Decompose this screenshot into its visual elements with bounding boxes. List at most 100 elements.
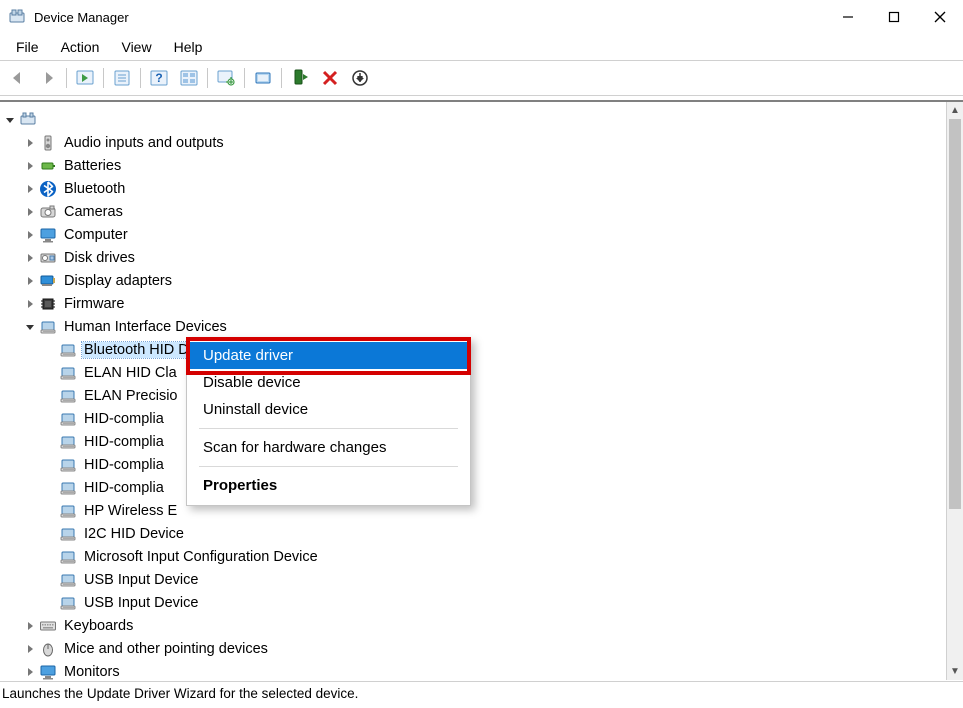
tree-device[interactable]: HID-complia <box>2 430 946 453</box>
chevron-right-icon[interactable] <box>22 618 38 634</box>
chip-icon <box>38 294 58 314</box>
show-hidden-devices-button[interactable] <box>71 64 99 92</box>
tree-category-label: Cameras <box>62 204 125 220</box>
tree-category-label: Bluetooth <box>62 181 127 197</box>
tree-device[interactable]: Microsoft Input Configuration Device <box>2 545 946 568</box>
uninstall-device-button[interactable] <box>316 64 344 92</box>
tree-device-label: ELAN HID Cla <box>82 365 179 381</box>
tree-category[interactable]: Cameras <box>2 200 946 223</box>
scroll-thumb[interactable] <box>949 119 961 509</box>
chevron-right-icon[interactable] <box>22 273 38 289</box>
chevron-right-icon[interactable] <box>22 158 38 174</box>
context-menu-item[interactable]: Disable device <box>189 369 468 396</box>
hid-icon <box>58 409 78 429</box>
tree-category[interactable]: Bluetooth <box>2 177 946 200</box>
nav-forward-button[interactable] <box>34 64 62 92</box>
tree-device[interactable]: ELAN Precisio <box>2 384 946 407</box>
chevron-down-icon[interactable] <box>22 319 38 335</box>
scan-hardware-button[interactable] <box>212 64 240 92</box>
help-button[interactable]: ? <box>145 64 173 92</box>
tree-category-label: Human Interface Devices <box>62 319 229 335</box>
tree-category[interactable]: Monitors <box>2 660 946 680</box>
chevron-right-icon[interactable] <box>22 641 38 657</box>
tree-category[interactable]: Mice and other pointing devices <box>2 637 946 660</box>
bluetooth-icon <box>38 179 58 199</box>
monitor-icon <box>38 225 58 245</box>
scroll-down-button[interactable]: ▼ <box>947 663 963 680</box>
tree-category-label: Audio inputs and outputs <box>62 135 226 151</box>
tree-device-label: HID-complia <box>82 457 166 473</box>
hid-icon <box>58 547 78 567</box>
tree-category[interactable]: Computer <box>2 223 946 246</box>
tree-device-label: HID-complia <box>82 411 166 427</box>
chevron-right-icon[interactable] <box>22 296 38 312</box>
tree-device-label: I2C HID Device <box>82 526 186 542</box>
tree-device[interactable]: USB Input Device <box>2 568 946 591</box>
tree-device[interactable]: HID-complia <box>2 476 946 499</box>
menu-action[interactable]: Action <box>51 37 110 57</box>
tree-device-label: ELAN Precisio <box>82 388 179 404</box>
tree-device[interactable]: HID-complia <box>2 407 946 430</box>
tree-category-label: Disk drives <box>62 250 137 266</box>
tree-category[interactable]: Display adapters <box>2 269 946 292</box>
menu-file[interactable]: File <box>6 37 49 57</box>
tree-category[interactable]: Keyboards <box>2 614 946 637</box>
menu-view[interactable]: View <box>111 37 161 57</box>
add-legacy-hardware-button[interactable] <box>249 64 277 92</box>
menu-help[interactable]: Help <box>164 37 213 57</box>
app-icon <box>8 8 26 26</box>
hid-icon <box>58 570 78 590</box>
toolbar: ? <box>0 61 963 95</box>
svg-text:?: ? <box>155 71 162 85</box>
tree-category[interactable]: Disk drives <box>2 246 946 269</box>
hid-icon <box>58 524 78 544</box>
chevron-right-icon[interactable] <box>22 227 38 243</box>
context-menu-item[interactable]: Scan for hardware changes <box>189 434 468 461</box>
tree-category[interactable]: Audio inputs and outputs <box>2 131 946 154</box>
context-menu-item[interactable]: Properties <box>189 472 468 499</box>
vertical-scrollbar[interactable]: ▲ ▼ <box>946 102 963 680</box>
context-menu-separator <box>199 428 458 429</box>
tree-device[interactable]: HID-complia <box>2 453 946 476</box>
update-driver-button[interactable] <box>286 64 314 92</box>
content-area: Audio inputs and outputs Batteries Bluetoo… <box>0 102 963 680</box>
tree-category[interactable]: Firmware <box>2 292 946 315</box>
tree-device[interactable]: HP Wireless E <box>2 499 946 522</box>
tree-category[interactable]: Human Interface Devices <box>2 315 946 338</box>
maximize-button[interactable] <box>871 0 917 34</box>
hid-icon <box>58 478 78 498</box>
chevron-right-icon[interactable] <box>22 135 38 151</box>
tree-device[interactable]: I2C HID Device <box>2 522 946 545</box>
keyboard-icon <box>38 616 58 636</box>
chevron-right-icon[interactable] <box>22 204 38 220</box>
tree-category-label: Firmware <box>62 296 126 312</box>
tree-device-label: USB Input Device <box>82 572 200 588</box>
tree-device[interactable]: USB Input Device <box>2 591 946 614</box>
context-menu-item[interactable]: Uninstall device <box>189 396 468 423</box>
tree-device[interactable]: Bluetooth HID Device <box>2 338 946 361</box>
nav-back-button[interactable] <box>4 64 32 92</box>
battery-icon <box>38 156 58 176</box>
close-button[interactable] <box>917 0 963 34</box>
view-by-type-button[interactable] <box>175 64 203 92</box>
hid-icon <box>58 432 78 452</box>
chevron-right-icon[interactable] <box>22 250 38 266</box>
hid-icon <box>58 593 78 613</box>
disk-icon <box>38 248 58 268</box>
chevron-right-icon[interactable] <box>22 181 38 197</box>
properties-button[interactable] <box>108 64 136 92</box>
tree-category-label: Computer <box>62 227 130 243</box>
hid-icon <box>58 363 78 383</box>
hid-icon <box>58 501 78 521</box>
chevron-down-icon[interactable] <box>2 112 18 128</box>
tree-category[interactable]: Batteries <box>2 154 946 177</box>
device-tree[interactable]: Audio inputs and outputs Batteries Bluetoo… <box>0 102 946 680</box>
minimize-button[interactable] <box>825 0 871 34</box>
tree-root[interactable] <box>2 108 946 131</box>
computer-icon <box>18 110 38 130</box>
scroll-up-button[interactable]: ▲ <box>947 102 963 119</box>
chevron-right-icon[interactable] <box>22 664 38 680</box>
enable-device-button[interactable] <box>346 64 374 92</box>
context-menu-item[interactable]: Update driver <box>189 342 468 369</box>
tree-device[interactable]: ELAN HID Cla <box>2 361 946 384</box>
